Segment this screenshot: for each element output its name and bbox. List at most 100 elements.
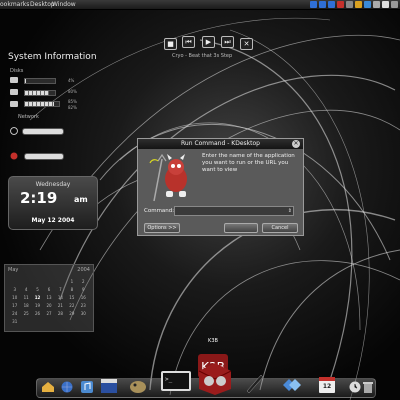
stop-button[interactable]: ■ (164, 38, 177, 50)
calendar-day[interactable]: 5 (32, 287, 43, 292)
calendar-date: 12 (322, 383, 332, 390)
system-information-title: System Information (8, 52, 97, 62)
calendar-day[interactable]: 12 (32, 295, 43, 300)
clock-icon[interactable] (349, 381, 361, 393)
clock-time: 2:19 (20, 189, 58, 207)
disk-icon (10, 101, 18, 107)
calendar-day[interactable]: 31 (9, 319, 20, 324)
tray-app-icon[interactable] (355, 1, 362, 8)
tray-stop-icon[interactable] (337, 1, 344, 8)
pen-icon[interactable] (245, 373, 265, 393)
calendar-day (32, 279, 43, 284)
tray-play-icon[interactable] (319, 1, 326, 8)
music-icon[interactable] (81, 381, 93, 393)
run-command-dialog: Run Command - KDesktop ✕ Enter the name … (137, 138, 304, 236)
calendar-day[interactable]: 30 (78, 311, 89, 316)
trash-icon[interactable] (363, 381, 373, 393)
calendar-day (43, 279, 54, 284)
command-label: Command: (144, 208, 175, 214)
calendar-day[interactable]: 23 (78, 303, 89, 308)
calendar-day[interactable]: 11 (20, 295, 31, 300)
calendar-day[interactable]: 1 (66, 279, 77, 284)
calendar-day[interactable]: 7 (55, 287, 66, 292)
disks-label: Disks (10, 68, 24, 74)
tray-clipboard-icon[interactable] (391, 1, 398, 8)
calendar-month: May (8, 267, 19, 273)
terminal-icon[interactable]: >_ (161, 371, 191, 395)
calendar-day[interactable]: 14 (55, 295, 66, 300)
k3b-icon[interactable] (197, 361, 233, 395)
calendar-day[interactable]: 27 (43, 311, 54, 316)
tray-forward-icon[interactable] (328, 1, 335, 8)
tray-printer-icon[interactable] (382, 1, 389, 8)
calendar-day[interactable]: 16 (78, 295, 89, 300)
calendar-day[interactable]: 26 (32, 311, 43, 316)
calendar-day (55, 279, 66, 284)
close-icon[interactable]: ✕ (292, 140, 300, 148)
k3b-tooltip: K3B (208, 338, 218, 344)
network-icon (10, 127, 18, 135)
disk-usage-bar-1 (24, 78, 56, 84)
disk-icon (10, 89, 18, 95)
dialog-titlebar[interactable]: Run Command - KDesktop ✕ (138, 139, 303, 149)
menu-window[interactable]: Window (52, 0, 76, 9)
calendar-day[interactable]: 2 (78, 279, 89, 284)
red-status-icon (10, 152, 18, 160)
calendar-day[interactable]: 19 (32, 303, 43, 308)
calendar-day[interactable]: 10 (9, 295, 20, 300)
clock-day: Wednesday (35, 181, 71, 188)
gimp-icon[interactable] (129, 379, 147, 393)
network-icon[interactable] (281, 377, 301, 393)
bsd-daemon-icon (149, 153, 187, 202)
clock-date: May 12 2004 (31, 217, 75, 224)
home-icon[interactable] (41, 381, 55, 393)
calendar-grid: 1 2 3 4 5 6 7 8 9 10 11 12 13 14 15 16 17 18 19 20 21 22 23 24 2… (9, 279, 89, 324)
application-dock: >_ 12 (36, 363, 376, 398)
calendar-day[interactable]: 22 (66, 303, 77, 308)
disk-usage-value-3: 85% (68, 99, 77, 104)
calendar-day[interactable]: 21 (55, 303, 66, 308)
play-button[interactable]: ▶ (202, 36, 215, 48)
disk-icon (10, 77, 18, 83)
tray-speaker-icon[interactable] (373, 1, 380, 8)
previous-track-button[interactable]: ⏮ (182, 36, 195, 48)
command-input[interactable]: ⇕ (174, 206, 294, 216)
clock-ampm: am (74, 195, 88, 204)
status-bar (24, 153, 64, 160)
disk-usage-value-1: 4% (68, 78, 75, 83)
track-title: Cryo - Beat that 3s Step (172, 53, 233, 59)
calendar-day[interactable]: 25 (20, 311, 31, 316)
run-button[interactable] (224, 223, 258, 233)
chevron-down-icon[interactable]: ⇕ (288, 207, 292, 215)
close-player-button[interactable]: ✕ (240, 38, 253, 50)
tray-monitor-icon[interactable] (346, 1, 353, 8)
dialog-prompt-text: Enter the name of the application you wa… (202, 153, 295, 173)
calendar-day[interactable]: 8 (66, 287, 77, 292)
calendar-day[interactable]: 20 (43, 303, 54, 308)
calendar-day[interactable]: 29 (66, 311, 77, 316)
options-button[interactable]: Options >> (144, 223, 180, 233)
calendar-day[interactable]: 18 (20, 303, 31, 308)
system-tray (310, 1, 398, 8)
calendar-day[interactable]: 24 (9, 311, 20, 316)
disk-usage-value-4: 82% (68, 105, 77, 110)
calendar-day[interactable]: 15 (66, 295, 77, 300)
calendar-day (9, 279, 20, 284)
next-track-button[interactable]: ⏭ (221, 36, 234, 48)
calendar-day[interactable]: 13 (43, 295, 54, 300)
calendar-day (20, 279, 31, 284)
menu-bookmarks[interactable]: ookmarks (0, 0, 29, 9)
clapper-icon[interactable] (101, 379, 117, 393)
calendar-day[interactable]: 3 (9, 287, 20, 292)
tray-network-icon[interactable] (364, 1, 371, 8)
cancel-button[interactable]: Cancel (262, 223, 298, 233)
disk-usage-value-2: 80% (68, 89, 77, 94)
disk-usage-bar-2 (24, 90, 56, 96)
calendar-day[interactable]: 17 (9, 303, 20, 308)
tray-back-icon[interactable] (310, 1, 317, 8)
calendar-day[interactable]: 28 (55, 311, 66, 316)
globe-icon[interactable] (61, 381, 73, 393)
calendar-day[interactable]: 4 (20, 287, 31, 292)
calendar-day[interactable]: 9 (78, 287, 89, 292)
calendar-day[interactable]: 6 (43, 287, 54, 292)
